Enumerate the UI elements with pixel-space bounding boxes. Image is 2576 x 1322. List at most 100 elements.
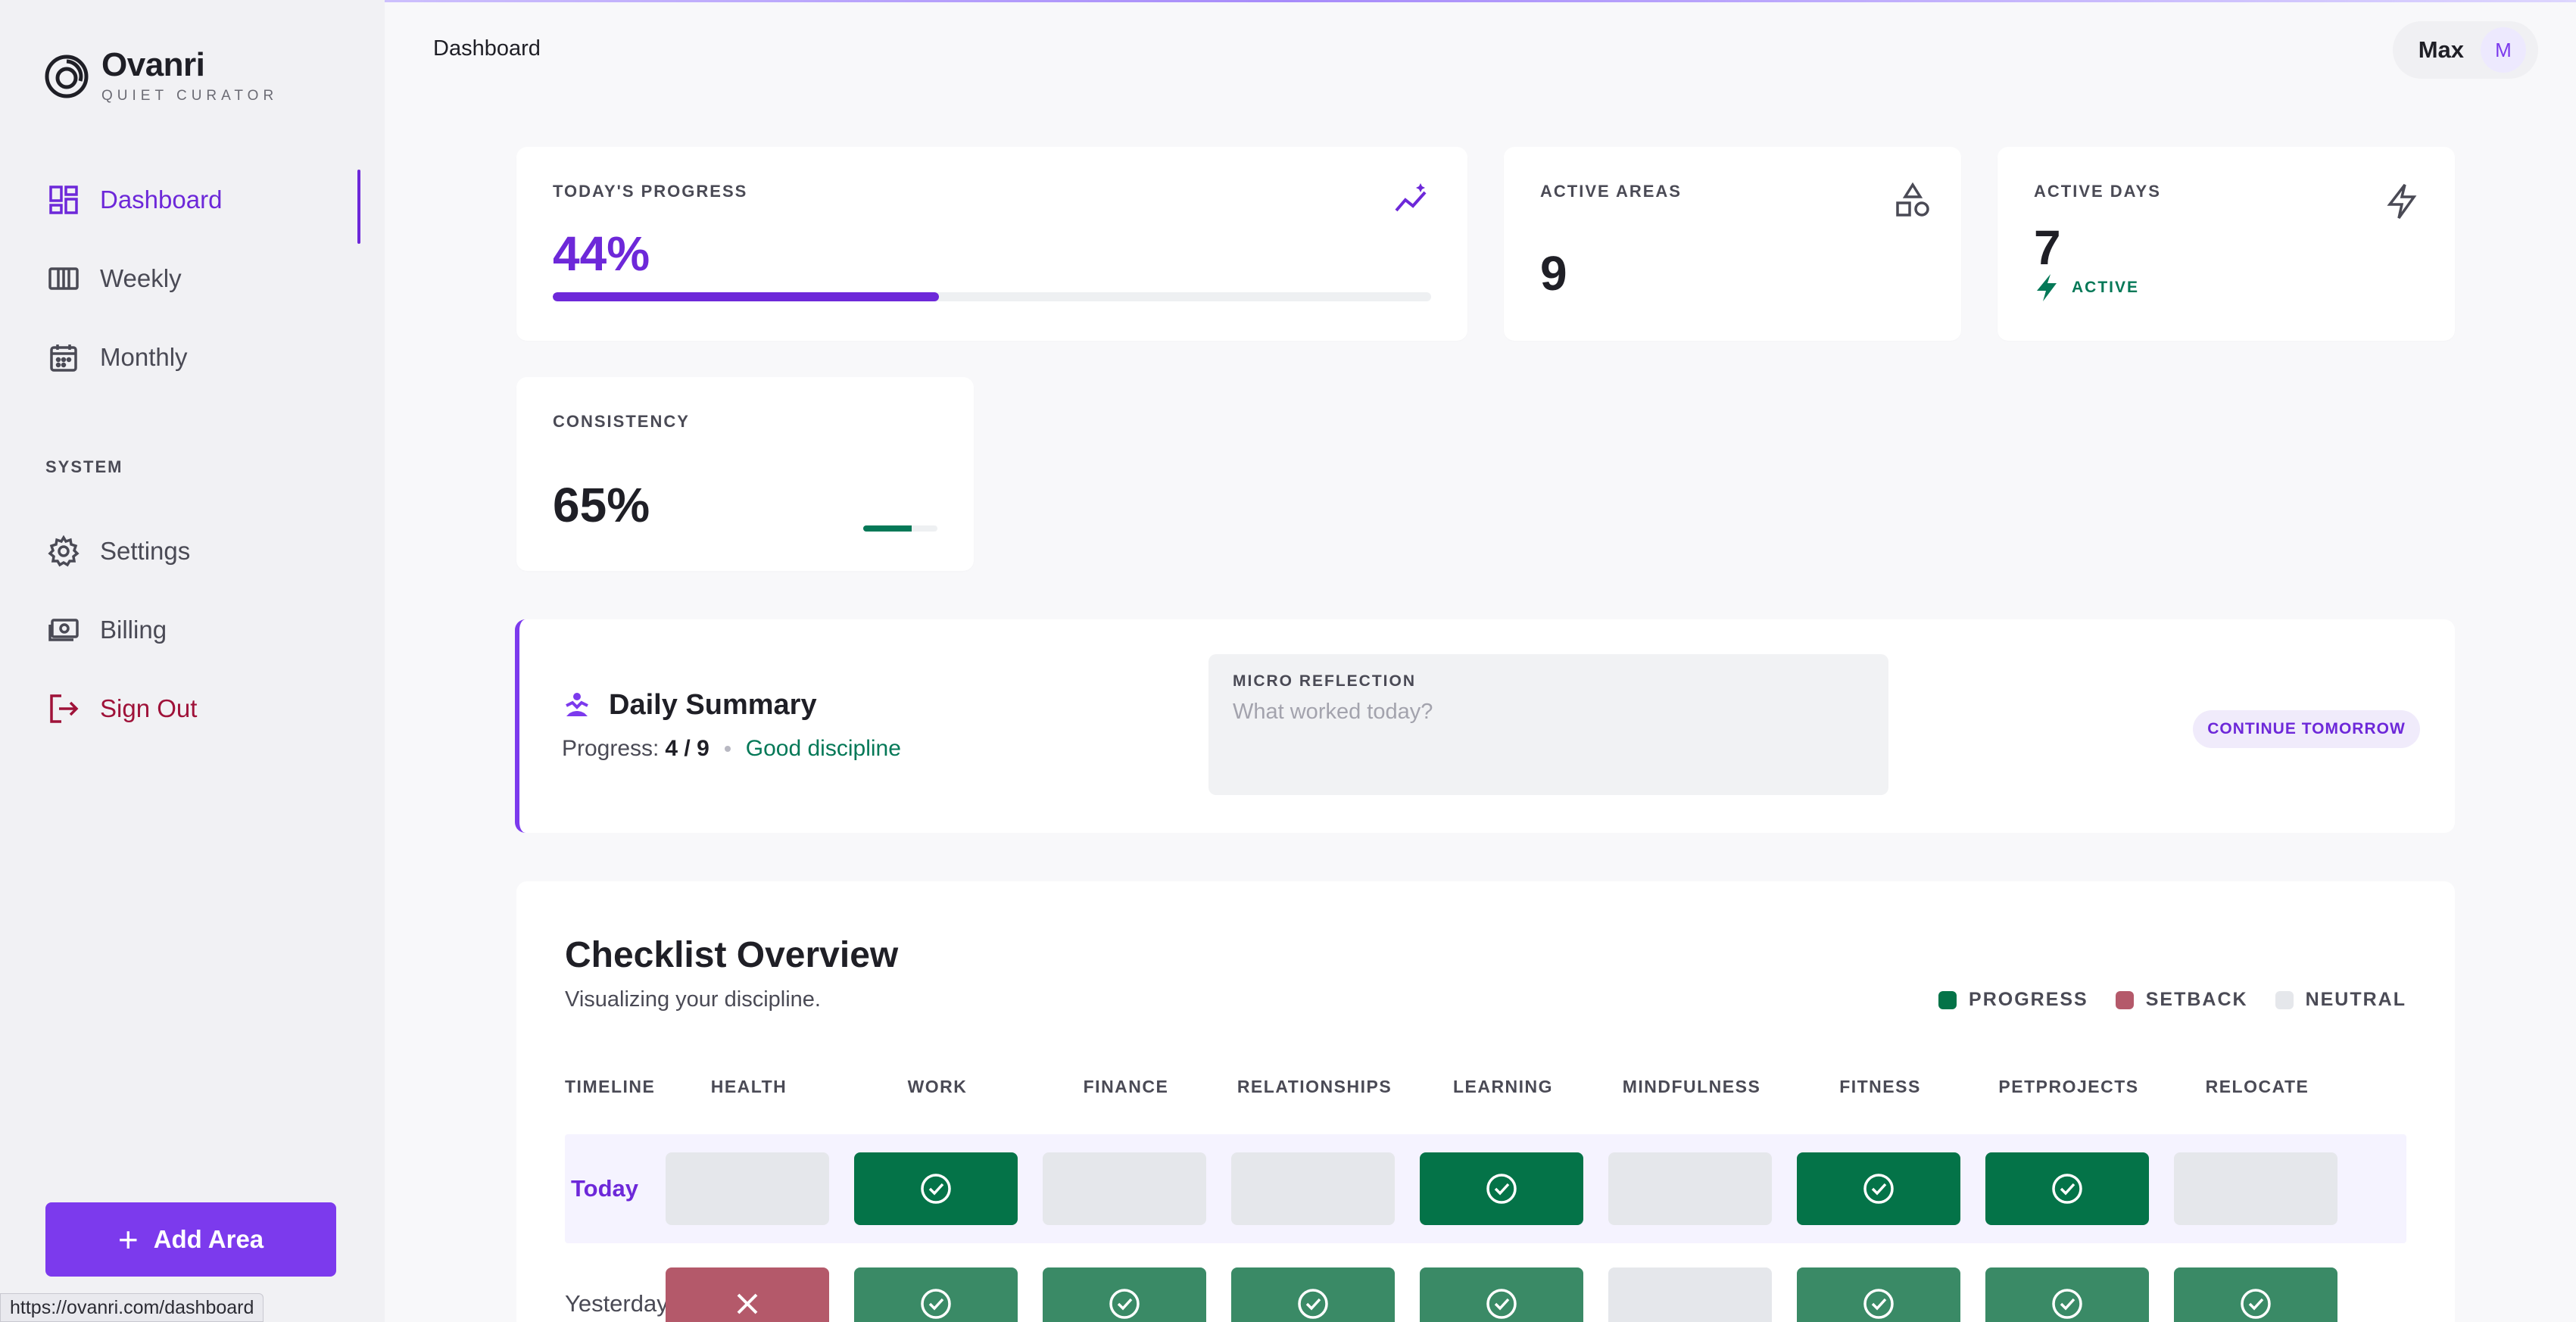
check-circle-icon [2241, 1289, 2271, 1319]
checklist-cell-health[interactable] [666, 1152, 829, 1225]
checklist-cell-mindfulness[interactable] [1608, 1267, 1772, 1322]
progress-value: 44% [553, 226, 650, 281]
checklist-title: Checklist Overview [565, 935, 899, 975]
consistency-value: 65% [553, 478, 650, 532]
checklist-cell-health[interactable] [666, 1267, 829, 1322]
consistency-bar-fill [863, 525, 912, 532]
card-label: ACTIVE DAYS [2034, 182, 2161, 201]
active-areas-value: 9 [1540, 246, 1567, 301]
legend-neutral: NEUTRAL [2275, 989, 2406, 1011]
legend-progress: PROGRESS [1938, 989, 2088, 1011]
legend-label-progress: PROGRESS [1969, 989, 2088, 1010]
nav-item-dashboard[interactable]: Dashboard [0, 161, 385, 244]
checklist-cell-learning[interactable] [1420, 1267, 1583, 1322]
checklist-cell-finance[interactable] [1043, 1267, 1206, 1322]
trend-sparkle-icon [1395, 183, 1427, 212]
column-header-mindfulness: MINDFULNESS [1622, 1077, 1761, 1096]
daily-summary-heading: Daily Summary [562, 689, 817, 722]
check-circle-icon [921, 1174, 951, 1204]
nav-item-signout[interactable]: Sign Out [0, 669, 385, 748]
checklist-cell-relocate[interactable] [2174, 1267, 2337, 1322]
checklist-cell-finance[interactable] [1043, 1152, 1206, 1225]
weekly-columns-icon [47, 262, 80, 295]
check-circle-icon [1486, 1174, 1517, 1204]
checklist-cell-fitness[interactable] [1797, 1267, 1960, 1322]
discipline-status: Good discipline [745, 736, 901, 761]
legend-label-setback: SETBACK [2145, 989, 2248, 1010]
checklist-cell-relationships[interactable] [1231, 1152, 1395, 1225]
top-accent-line [0, 0, 2576, 2]
checklist-cell-mindfulness[interactable] [1608, 1152, 1772, 1225]
checklist-cell-petprojects[interactable] [1985, 1267, 2149, 1322]
daily-summary-title: Daily Summary [609, 689, 817, 721]
daily-summary-card: Daily Summary Progress: 4 / 9 Good disci… [515, 619, 2455, 833]
nav-item-monthly[interactable]: Monthly [0, 318, 385, 397]
plus-icon: + [117, 1220, 139, 1259]
check-circle-icon [2052, 1289, 2082, 1319]
status-bar-url: https://ovanri.com/dashboard [0, 1293, 264, 1322]
summary-progress-line: Progress: 4 / 9 Good discipline [562, 736, 901, 762]
card-label: ACTIVE AREAS [1540, 182, 1682, 201]
active-badge: ACTIVE [2034, 273, 2139, 303]
system-nav: Settings Billing Sign Out [0, 512, 385, 748]
check-circle-icon [921, 1289, 951, 1319]
column-header-fitness: FITNESS [1839, 1077, 1921, 1096]
ovanri-logo-icon [45, 55, 89, 98]
card-label: TODAY'S PROGRESS [553, 182, 748, 201]
active-badge-label: ACTIVE [2072, 279, 2140, 296]
micro-reflection-box[interactable]: MICRO REFLECTION [1208, 654, 1888, 795]
continue-tomorrow-button[interactable]: CONTINUE TOMORROW [2193, 710, 2420, 748]
row-label-yesterday: Yesterday [565, 1290, 669, 1317]
checklist-subtitle: Visualizing your discipline. [565, 987, 821, 1012]
main-nav: Dashboard Weekly Monthly [0, 161, 385, 397]
check-circle-icon [1863, 1174, 1894, 1204]
user-name: Max [2418, 36, 2464, 63]
check-circle-icon [1109, 1289, 1140, 1319]
close-icon [737, 1293, 758, 1314]
nav-label-monthly: Monthly [100, 343, 188, 371]
legend-swatch-neutral [2275, 990, 2294, 1009]
todays-progress-card: TODAY'S PROGRESS 44% [516, 147, 1467, 341]
column-header-work: WORK [907, 1077, 968, 1096]
calendar-icon [47, 341, 80, 374]
user-menu[interactable]: Max M [2393, 21, 2538, 79]
nav-label-dashboard: Dashboard [100, 186, 223, 214]
column-header-petprojects: PETPROJECTS [1998, 1077, 2139, 1096]
summary-progress-label: Progress: [562, 736, 660, 761]
progress-bar-fill [553, 292, 940, 301]
brand-name: Ovanri [101, 46, 205, 83]
active-days-value: 7 [2034, 220, 2061, 275]
checklist-cell-learning[interactable] [1420, 1152, 1583, 1225]
nav-item-billing[interactable]: Billing [0, 591, 385, 669]
checklist-cell-relocate[interactable] [2174, 1152, 2337, 1225]
column-header-health: HEALTH [710, 1077, 787, 1096]
nav-item-weekly[interactable]: Weekly [0, 239, 385, 318]
row-label-today: Today [571, 1175, 638, 1202]
nav-label-weekly: Weekly [100, 264, 182, 292]
summary-progress-value: 4 / 9 [665, 736, 709, 761]
column-header-learning: LEARNING [1452, 1077, 1554, 1096]
legend-swatch-setback [2115, 990, 2134, 1009]
checklist-cell-fitness[interactable] [1797, 1152, 1960, 1225]
checklist-cell-work[interactable] [854, 1152, 1018, 1225]
column-header-relocate: RELOCATE [2205, 1077, 2309, 1096]
lightning-filled-icon [2037, 274, 2057, 301]
nav-item-settings[interactable]: Settings [0, 512, 385, 591]
micro-reflection-input[interactable] [1233, 700, 1861, 725]
check-circle-icon [1863, 1289, 1894, 1319]
checklist-cell-relationships[interactable] [1231, 1267, 1395, 1322]
brand[interactable]: Ovanri QUIET CURATOR [44, 48, 278, 104]
add-area-button[interactable]: + Add Area [45, 1202, 336, 1277]
nav-label-signout: Sign Out [100, 694, 198, 722]
progress-bar [553, 292, 1431, 301]
page-title: Dashboard [433, 36, 541, 61]
check-circle-icon [2052, 1174, 2082, 1204]
checklist-cell-petprojects[interactable] [1985, 1152, 2149, 1225]
checklist-cell-work[interactable] [854, 1267, 1018, 1322]
billing-cash-icon [47, 613, 80, 647]
shapes-icon [1896, 182, 1929, 217]
sidebar: Ovanri QUIET CURATOR Dashboard Weekly Mo… [0, 0, 385, 1322]
column-header-relationships: RELATIONSHIPS [1237, 1077, 1392, 1096]
meditation-icon [566, 692, 588, 716]
brand-tagline: QUIET CURATOR [101, 88, 279, 104]
